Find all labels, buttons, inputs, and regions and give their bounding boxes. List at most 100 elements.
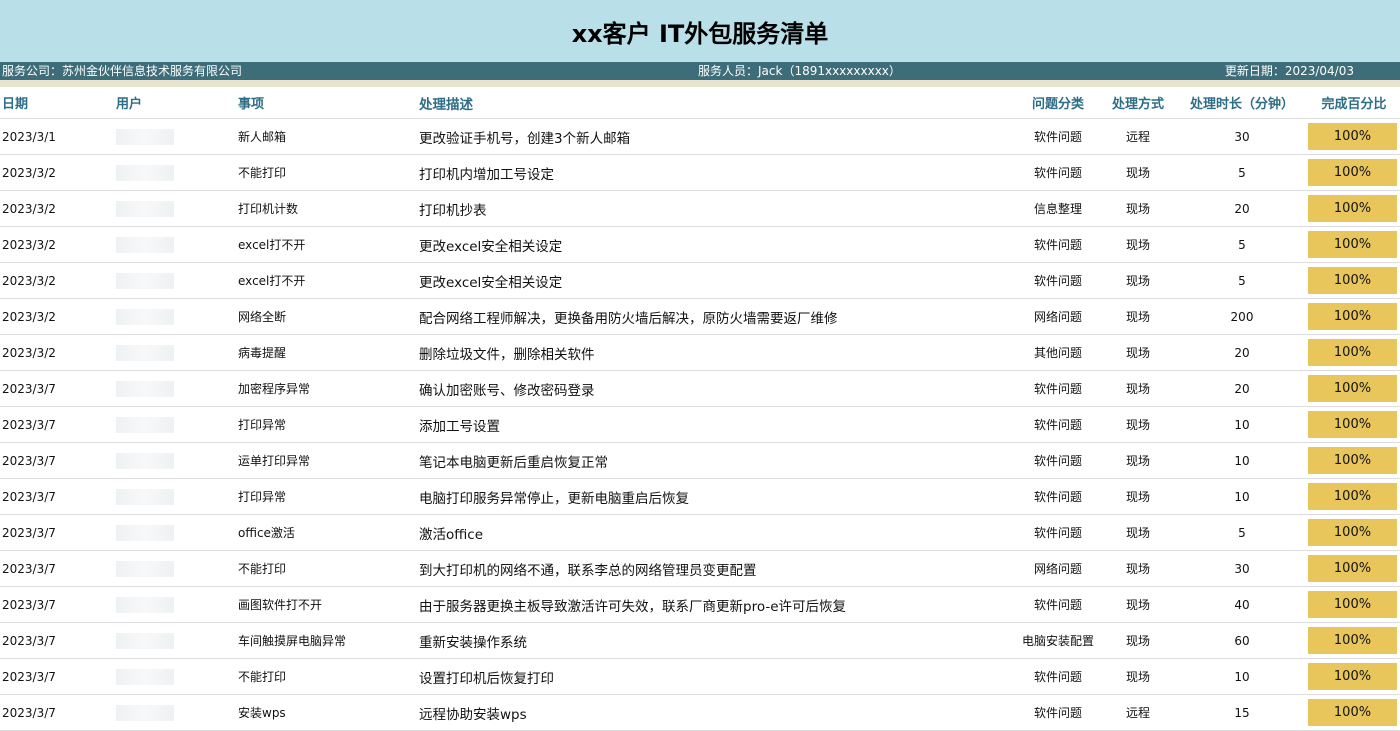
cell-duration: 20 <box>1176 370 1308 407</box>
completion-badge: 100% <box>1308 339 1397 366</box>
cell-item: 不能打印 <box>238 154 419 191</box>
service-table: 日期 用户 事项 处理描述 问题分类 处理方式 处理时长（分钟） 完成百分比 2… <box>0 87 1400 731</box>
completion-badge: 100% <box>1308 267 1397 294</box>
user-name-redacted <box>116 488 174 505</box>
table-row: 2023/3/7 运单打印异常 笔记本电脑更新后重启恢复正常 软件问题 现场 10 100% <box>0 442 1400 479</box>
table-row: 2023/3/2 不能打印 打印机内增加工号设定 软件问题 现场 5 100% <box>0 154 1400 191</box>
title-bar: xx客户 IT外包服务清单 <box>0 0 1400 62</box>
cell-item: 不能打印 <box>238 550 419 587</box>
cell-method: 远程 <box>1100 694 1176 731</box>
service-company: 服务公司：苏州金伙伴信息技术服务有限公司 <box>2 64 243 78</box>
cell-category: 软件问题 <box>1016 478 1100 515</box>
cell-item: 车间触摸屏电脑异常 <box>238 622 419 659</box>
cell-item: 不能打印 <box>238 658 419 695</box>
cell-date: 2023/3/2 <box>0 154 116 191</box>
cell-method: 现场 <box>1100 226 1176 263</box>
cell-method: 现场 <box>1100 370 1176 407</box>
table-row: 2023/3/2 excel打不开 更改excel安全相关设定 软件问题 现场 5 100% <box>0 226 1400 263</box>
cell-date: 2023/3/7 <box>0 586 116 623</box>
page-title: xx客户 IT外包服务清单 <box>571 19 829 48</box>
cell-duration: 20 <box>1176 334 1308 371</box>
completion-badge: 100% <box>1308 159 1397 186</box>
cell-user <box>116 658 238 695</box>
column-header-date: 日期 <box>0 87 116 119</box>
cell-user <box>116 370 238 407</box>
cell-completion: 100% <box>1308 622 1400 659</box>
cell-description: 激活office <box>419 514 1016 551</box>
table-body: 2023/3/1 新人邮箱 更改验证手机号，创建3个新人邮箱 软件问题 远程 30 100%… <box>0 118 1400 731</box>
cell-duration: 60 <box>1176 622 1308 659</box>
user-name-redacted <box>116 524 174 541</box>
cell-category: 其他问题 <box>1016 334 1100 371</box>
user-name-redacted <box>116 308 174 325</box>
cell-category: 软件问题 <box>1016 118 1100 155</box>
cell-date: 2023/3/1 <box>0 118 116 155</box>
cell-date: 2023/3/7 <box>0 514 116 551</box>
cell-duration: 10 <box>1176 442 1308 479</box>
cell-category: 软件问题 <box>1016 154 1100 191</box>
cell-user <box>116 262 238 299</box>
cell-completion: 100% <box>1308 550 1400 587</box>
column-header-description: 处理描述 <box>419 87 1016 119</box>
table-row: 2023/3/7 车间触摸屏电脑异常 重新安装操作系统 电脑安装配置 现场 60 100% <box>0 622 1400 659</box>
column-header-completion: 完成百分比 <box>1308 87 1400 119</box>
cell-user <box>116 226 238 263</box>
cell-completion: 100% <box>1308 370 1400 407</box>
cell-method: 现场 <box>1100 190 1176 227</box>
completion-badge: 100% <box>1308 195 1397 222</box>
cell-completion: 100% <box>1308 586 1400 623</box>
completion-badge: 100% <box>1308 663 1397 690</box>
service-staff: 服务人员：Jack（1891xxxxxxxxx） <box>698 64 901 78</box>
cell-category: 软件问题 <box>1016 442 1100 479</box>
completion-badge: 100% <box>1308 627 1397 654</box>
table-row: 2023/3/2 打印机计数 打印机抄表 信息整理 现场 20 100% <box>0 190 1400 227</box>
cell-duration: 10 <box>1176 478 1308 515</box>
cell-item: 新人邮箱 <box>238 118 419 155</box>
cell-item: excel打不开 <box>238 226 419 263</box>
cell-user <box>116 190 238 227</box>
cell-method: 现场 <box>1100 262 1176 299</box>
table-row: 2023/3/7 加密程序异常 确认加密账号、修改密码登录 软件问题 现场 20 100% <box>0 370 1400 407</box>
cell-method: 现场 <box>1100 658 1176 695</box>
cell-method: 现场 <box>1100 298 1176 335</box>
cell-user <box>116 154 238 191</box>
cell-description: 更改验证手机号，创建3个新人邮箱 <box>419 118 1016 155</box>
cell-description: 更改excel安全相关设定 <box>419 226 1016 263</box>
cell-completion: 100% <box>1308 334 1400 371</box>
cell-duration: 10 <box>1176 406 1308 443</box>
cell-description: 远程协助安装wps <box>419 694 1016 731</box>
cell-item: 打印异常 <box>238 406 419 443</box>
cell-method: 现场 <box>1100 154 1176 191</box>
cell-user <box>116 406 238 443</box>
cell-user <box>116 622 238 659</box>
update-date: 更新日期：2023/04/03 <box>1224 64 1354 78</box>
cell-item: 打印异常 <box>238 478 419 515</box>
cell-completion: 100% <box>1308 514 1400 551</box>
cell-method: 远程 <box>1100 118 1176 155</box>
table-row: 2023/3/7 不能打印 到大打印机的网络不通，联系李总的网络管理员变更配置 网络问… <box>0 550 1400 587</box>
table-row: 2023/3/2 网络全断 配合网络工程师解决，更换备用防火墙后解决，原防火墙需要返… <box>0 298 1400 335</box>
cell-method: 现场 <box>1100 622 1176 659</box>
user-name-redacted <box>116 452 174 469</box>
cell-duration: 40 <box>1176 586 1308 623</box>
cell-completion: 100% <box>1308 226 1400 263</box>
cell-user <box>116 514 238 551</box>
completion-badge: 100% <box>1308 303 1397 330</box>
column-header-user: 用户 <box>116 87 238 119</box>
cell-user <box>116 694 238 731</box>
completion-badge: 100% <box>1308 411 1397 438</box>
cell-date: 2023/3/7 <box>0 694 116 731</box>
cell-duration: 5 <box>1176 154 1308 191</box>
cell-category: 软件问题 <box>1016 262 1100 299</box>
cell-completion: 100% <box>1308 694 1400 731</box>
cell-completion: 100% <box>1308 262 1400 299</box>
cell-method: 现场 <box>1100 334 1176 371</box>
cell-method: 现场 <box>1100 478 1176 515</box>
user-name-redacted <box>116 380 174 397</box>
divider <box>0 80 1400 87</box>
cell-item: 网络全断 <box>238 298 419 335</box>
cell-completion: 100% <box>1308 442 1400 479</box>
column-header-category: 问题分类 <box>1016 87 1100 119</box>
cell-date: 2023/3/2 <box>0 226 116 263</box>
cell-description: 重新安装操作系统 <box>419 622 1016 659</box>
